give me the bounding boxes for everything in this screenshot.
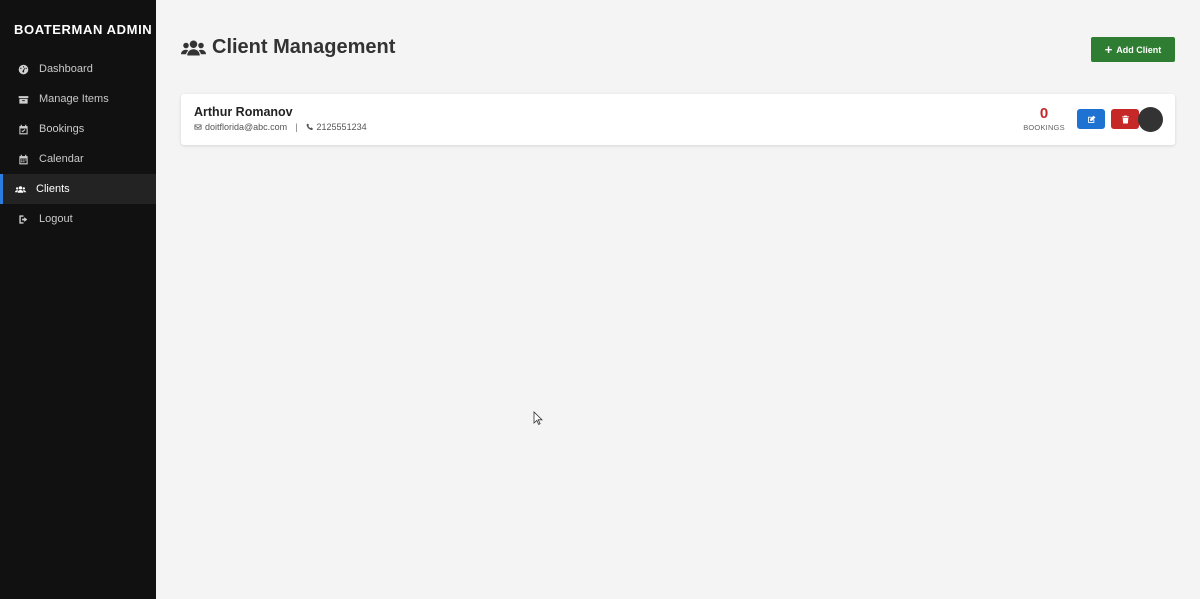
bookings-count: 0: [1039, 105, 1049, 122]
client-phone: 2125551234: [316, 122, 367, 132]
client-name: Arthur Romanov: [194, 105, 293, 119]
logout-icon: [17, 213, 29, 225]
users-icon: [181, 40, 206, 55]
sidebar-item-label: Clients: [36, 183, 70, 195]
sidebar-item-label: Bookings: [39, 123, 85, 135]
bookings-summary: 0 BOOKINGS: [1019, 105, 1069, 133]
sidebar-item-dashboard[interactable]: Dashboard: [0, 54, 156, 84]
client-card: Arthur Romanov doitflorida@abc.com | 212…: [181, 94, 1175, 145]
client-contact: doitflorida@abc.com | 2125551234: [194, 122, 367, 132]
client-email: doitflorida@abc.com: [205, 122, 288, 132]
brand-title: BOATERMAN ADMIN: [14, 22, 153, 37]
sidebar: BOATERMAN ADMIN Dashboard Manage Items B…: [0, 0, 156, 599]
main-content: Client Management + Add Client Arthur Ro…: [156, 0, 1200, 599]
edit-client-button[interactable]: [1077, 109, 1105, 129]
page-title-text: Client Management: [212, 36, 396, 58]
plus-icon: +: [1104, 42, 1113, 57]
mouse-cursor-icon: [533, 411, 543, 425]
sidebar-item-bookings[interactable]: Bookings: [0, 114, 156, 144]
page-title: Client Management: [181, 36, 395, 59]
box-icon: [17, 93, 29, 105]
sidebar-item-manage-items[interactable]: Manage Items: [0, 84, 156, 114]
edit-icon: [1087, 115, 1095, 123]
delete-client-button[interactable]: [1111, 109, 1139, 129]
more-actions-button[interactable]: [1138, 107, 1163, 132]
calendar-check-icon: [17, 123, 29, 135]
sidebar-item-label: Calendar: [39, 153, 84, 165]
sidebar-item-label: Manage Items: [39, 93, 109, 105]
sidebar-item-label: Dashboard: [39, 63, 93, 75]
sidebar-item-label: Logout: [39, 213, 73, 225]
users-icon: [14, 183, 26, 195]
sidebar-item-clients[interactable]: Clients: [0, 174, 156, 204]
phone-icon: [306, 123, 313, 130]
sidebar-item-logout[interactable]: Logout: [0, 204, 156, 234]
dashboard-icon: [17, 63, 29, 75]
calendar-icon: [17, 153, 29, 165]
add-client-button[interactable]: + Add Client: [1091, 37, 1175, 62]
envelope-icon: [194, 124, 202, 130]
divider: |: [295, 122, 298, 132]
trash-icon: [1121, 115, 1129, 123]
add-client-label: Add Client: [1116, 44, 1162, 55]
sidebar-item-calendar[interactable]: Calendar: [0, 144, 156, 174]
bookings-label: BOOKINGS: [1023, 123, 1065, 132]
